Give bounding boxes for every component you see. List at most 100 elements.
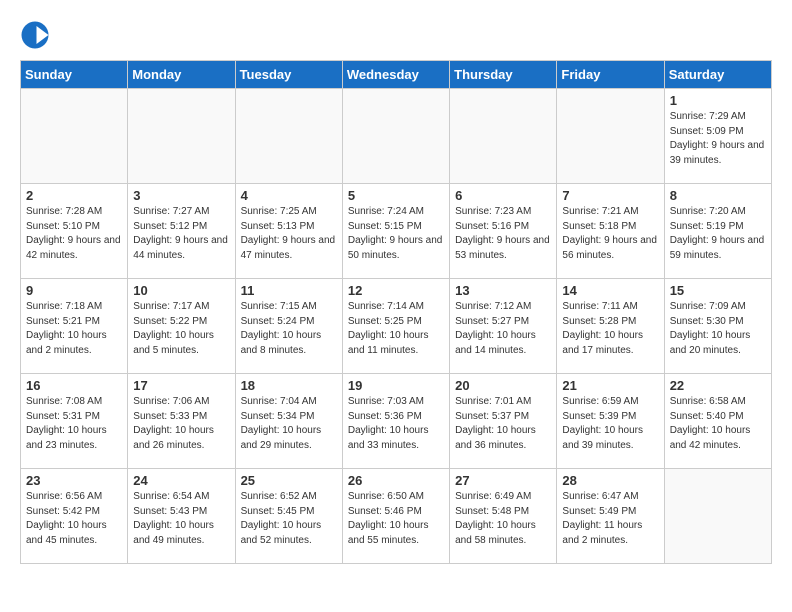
calendar-cell: [557, 89, 664, 184]
calendar-cell: 25Sunrise: 6:52 AM Sunset: 5:45 PM Dayli…: [235, 469, 342, 564]
page: SundayMondayTuesdayWednesdayThursdayFrid…: [0, 0, 792, 574]
day-number: 4: [241, 188, 337, 203]
day-number: 14: [562, 283, 658, 298]
weekday-header-saturday: Saturday: [664, 61, 771, 89]
calendar-week-row: 2 Sunrise: 7:28 AM Sunset: 5:10 PM Daylig…: [21, 184, 772, 279]
day-number: 26: [348, 473, 444, 488]
weekday-header-thursday: Thursday: [450, 61, 557, 89]
calendar-cell: 14 Sunrise: 7:11 AM Sunset: 5:28 PM Dayli…: [557, 279, 664, 374]
day-number: 28: [562, 473, 658, 488]
calendar-cell: 6 Sunrise: 7:23 AM Sunset: 5:16 PM Daylig…: [450, 184, 557, 279]
calendar-cell: 21 Sunrise: 6:59 AM Sunset: 5:39 PM Dayli…: [557, 374, 664, 469]
calendar-table: SundayMondayTuesdayWednesdayThursdayFrid…: [20, 60, 772, 564]
logo-icon: [20, 20, 50, 50]
day-info: Sunrise: 7:25 AM Sunset: 5:13 PM Dayligh…: [241, 205, 337, 263]
day-number: 13: [455, 283, 551, 298]
calendar-cell: 2 Sunrise: 7:28 AM Sunset: 5:10 PM Daylig…: [21, 184, 128, 279]
calendar-week-row: 16 Sunrise: 7:08 AM Sunset: 5:31 PM Dayli…: [21, 374, 772, 469]
day-number: 1: [670, 93, 766, 108]
calendar-cell: 16 Sunrise: 7:08 AM Sunset: 5:31 PM Dayli…: [21, 374, 128, 469]
day-info: Sunrise: 7:01 AM Sunset: 5:37 PM Dayligh…: [455, 395, 551, 453]
day-number: 19: [348, 378, 444, 393]
calendar-cell: 23 Sunrise: 6:56 AM Sunset: 5:42 PM Dayli…: [21, 469, 128, 564]
weekday-header-tuesday: Tuesday: [235, 61, 342, 89]
day-info: Sunrise: 7:14 AM Sunset: 5:25 PM Dayligh…: [348, 300, 444, 358]
day-number: 6: [455, 188, 551, 203]
day-number: 9: [26, 283, 122, 298]
day-info: Sunrise: 7:17 AM Sunset: 5:22 PM Dayligh…: [133, 300, 229, 358]
logo: [20, 20, 54, 50]
day-info: Sunrise: 7:18 AM Sunset: 5:21 PM Dayligh…: [26, 300, 122, 358]
calendar-cell: [128, 89, 235, 184]
day-number: 27: [455, 473, 551, 488]
day-number: 8: [670, 188, 766, 203]
day-number: 18: [241, 378, 337, 393]
day-number: 11: [241, 283, 337, 298]
day-number: 16: [26, 378, 122, 393]
day-info: Sunrise: 7:09 AM Sunset: 5:30 PM Dayligh…: [670, 300, 766, 358]
day-info: Sunrise: 6:50 AM Sunset: 5:46 PM Dayligh…: [348, 490, 444, 548]
day-number: 23: [26, 473, 122, 488]
day-info: Sunrise: 7:04 AM Sunset: 5:34 PM Dayligh…: [241, 395, 337, 453]
weekday-header-wednesday: Wednesday: [342, 61, 449, 89]
calendar-cell: 18 Sunrise: 7:04 AM Sunset: 5:34 PM Dayli…: [235, 374, 342, 469]
day-info: Sunrise: 6:58 AM Sunset: 5:40 PM Dayligh…: [670, 395, 766, 453]
calendar-week-row: 23 Sunrise: 6:56 AM Sunset: 5:42 PM Dayli…: [21, 469, 772, 564]
calendar-cell: [235, 89, 342, 184]
day-info: Sunrise: 7:08 AM Sunset: 5:31 PM Dayligh…: [26, 395, 122, 453]
calendar-cell: [342, 89, 449, 184]
day-info: Sunrise: 7:24 AM Sunset: 5:15 PM Dayligh…: [348, 205, 444, 263]
calendar-cell: 20 Sunrise: 7:01 AM Sunset: 5:37 PM Dayli…: [450, 374, 557, 469]
day-info: Sunrise: 7:23 AM Sunset: 5:16 PM Dayligh…: [455, 205, 551, 263]
calendar-cell: 17Sunrise: 7:06 AM Sunset: 5:33 PM Dayli…: [128, 374, 235, 469]
day-info: Sunrise: 7:27 AM Sunset: 5:12 PM Dayligh…: [133, 205, 229, 263]
day-number: 21: [562, 378, 658, 393]
day-number: 24: [133, 473, 229, 488]
day-info: Sunrise: 6:56 AM Sunset: 5:42 PM Dayligh…: [26, 490, 122, 548]
calendar-cell: 13 Sunrise: 7:12 AM Sunset: 5:27 PM Dayli…: [450, 279, 557, 374]
day-info: Sunrise: 6:59 AM Sunset: 5:39 PM Dayligh…: [562, 395, 658, 453]
day-info: Sunrise: 7:20 AM Sunset: 5:19 PM Dayligh…: [670, 205, 766, 263]
calendar-week-row: 1 Sunrise: 7:29 AM Sunset: 5:09 PM Daylig…: [21, 89, 772, 184]
header: [20, 20, 772, 50]
calendar-cell: 7 Sunrise: 7:21 AM Sunset: 5:18 PM Daylig…: [557, 184, 664, 279]
day-info: Sunrise: 7:11 AM Sunset: 5:28 PM Dayligh…: [562, 300, 658, 358]
calendar-cell: 4 Sunrise: 7:25 AM Sunset: 5:13 PM Daylig…: [235, 184, 342, 279]
day-info: Sunrise: 7:29 AM Sunset: 5:09 PM Dayligh…: [670, 110, 766, 168]
day-info: Sunrise: 7:15 AM Sunset: 5:24 PM Dayligh…: [241, 300, 337, 358]
calendar-cell: 10 Sunrise: 7:17 AM Sunset: 5:22 PM Dayli…: [128, 279, 235, 374]
calendar-cell: 26 Sunrise: 6:50 AM Sunset: 5:46 PM Dayli…: [342, 469, 449, 564]
day-info: Sunrise: 6:49 AM Sunset: 5:48 PM Dayligh…: [455, 490, 551, 548]
day-number: 3: [133, 188, 229, 203]
calendar-cell: 1 Sunrise: 7:29 AM Sunset: 5:09 PM Daylig…: [664, 89, 771, 184]
day-info: Sunrise: 7:28 AM Sunset: 5:10 PM Dayligh…: [26, 205, 122, 263]
day-number: 5: [348, 188, 444, 203]
day-info: Sunrise: 7:03 AM Sunset: 5:36 PM Dayligh…: [348, 395, 444, 453]
day-info: Sunrise: 7:21 AM Sunset: 5:18 PM Dayligh…: [562, 205, 658, 263]
calendar-cell: 15 Sunrise: 7:09 AM Sunset: 5:30 PM Dayli…: [664, 279, 771, 374]
day-number: 12: [348, 283, 444, 298]
day-number: 2: [26, 188, 122, 203]
day-info: Sunrise: 6:47 AM Sunset: 5:49 PM Dayligh…: [562, 490, 658, 548]
calendar-cell: 5 Sunrise: 7:24 AM Sunset: 5:15 PM Daylig…: [342, 184, 449, 279]
day-number: 15: [670, 283, 766, 298]
calendar-cell: 19 Sunrise: 7:03 AM Sunset: 5:36 PM Dayli…: [342, 374, 449, 469]
calendar-cell: 24 Sunrise: 6:54 AM Sunset: 5:43 PM Dayli…: [128, 469, 235, 564]
calendar-cell: 12 Sunrise: 7:14 AM Sunset: 5:25 PM Dayli…: [342, 279, 449, 374]
calendar-cell: 22Sunrise: 6:58 AM Sunset: 5:40 PM Dayli…: [664, 374, 771, 469]
calendar-cell: [21, 89, 128, 184]
day-info: Sunrise: 7:12 AM Sunset: 5:27 PM Dayligh…: [455, 300, 551, 358]
day-number: 7: [562, 188, 658, 203]
calendar-week-row: 9 Sunrise: 7:18 AM Sunset: 5:21 PM Daylig…: [21, 279, 772, 374]
weekday-header-friday: Friday: [557, 61, 664, 89]
weekday-header-monday: Monday: [128, 61, 235, 89]
calendar-cell: 27 Sunrise: 6:49 AM Sunset: 5:48 PM Dayli…: [450, 469, 557, 564]
calendar-cell: [450, 89, 557, 184]
day-number: 10: [133, 283, 229, 298]
calendar-cell: [664, 469, 771, 564]
day-number: 20: [455, 378, 551, 393]
day-info: Sunrise: 6:54 AM Sunset: 5:43 PM Dayligh…: [133, 490, 229, 548]
calendar-cell: 9 Sunrise: 7:18 AM Sunset: 5:21 PM Daylig…: [21, 279, 128, 374]
calendar-cell: 28 Sunrise: 6:47 AM Sunset: 5:49 PM Dayli…: [557, 469, 664, 564]
day-number: 17: [133, 378, 229, 393]
